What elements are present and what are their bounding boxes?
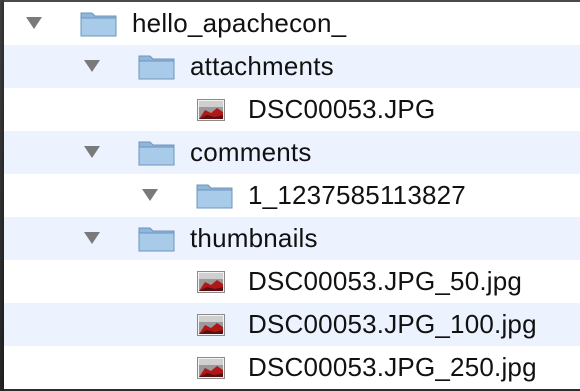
tree-row-dsc00053-jpg-250[interactable]: DSC00053.JPG_250.jpg: [4, 346, 580, 389]
tree-item-label: DSC00053.JPG_50.jpg: [248, 266, 523, 296]
disclosure-triangle-icon[interactable]: [84, 60, 100, 72]
tree-row-attachments[interactable]: attachments: [4, 45, 580, 88]
tree-item-label: DSC00053.JPG_250.jpg: [248, 352, 537, 382]
disclosure-triangle-icon[interactable]: [142, 189, 158, 201]
folder-icon: [80, 12, 117, 37]
file-tree-list: hello_apachecon_ attachments DSC00053.JP…: [4, 0, 580, 391]
tree-item-label: 1_1237585113827: [248, 180, 466, 210]
tree-item-label: hello_apachecon_: [132, 8, 347, 38]
folder-icon: [138, 227, 175, 252]
disclosure-triangle-icon[interactable]: [84, 146, 100, 158]
tree-item-label: DSC00053.JPG: [248, 94, 436, 124]
tree-item-label: DSC00053.JPG_100.jpg: [248, 309, 537, 339]
disclosure-triangle-icon[interactable]: [84, 232, 100, 244]
disclosure-triangle-icon[interactable]: [26, 17, 42, 29]
image-file-icon: [197, 314, 225, 336]
tree-item-label: comments: [190, 137, 312, 167]
tree-item-label: thumbnails: [190, 223, 318, 253]
tree-row-hello-apachecon[interactable]: hello_apachecon_: [4, 2, 580, 45]
tree-row-comments[interactable]: comments: [4, 131, 580, 174]
tree-row-thumbnails[interactable]: thumbnails: [4, 217, 580, 260]
tree-item-label: attachments: [190, 51, 334, 81]
tree-row-1-1237585113827[interactable]: 1_1237585113827: [4, 174, 580, 217]
tree-row-dsc00053-jpg[interactable]: DSC00053.JPG: [4, 88, 580, 131]
image-file-icon: [197, 99, 225, 121]
folder-icon: [196, 184, 233, 209]
tree-row-dsc00053-jpg-100[interactable]: DSC00053.JPG_100.jpg: [4, 303, 580, 346]
folder-icon: [138, 141, 175, 166]
image-file-icon: [197, 357, 225, 379]
tree-row-dsc00053-jpg-50[interactable]: DSC00053.JPG_50.jpg: [4, 260, 580, 303]
folder-icon: [138, 55, 175, 80]
finder-window: hello_apachecon_ attachments DSC00053.JP…: [0, 0, 580, 391]
image-file-icon: [197, 271, 225, 293]
